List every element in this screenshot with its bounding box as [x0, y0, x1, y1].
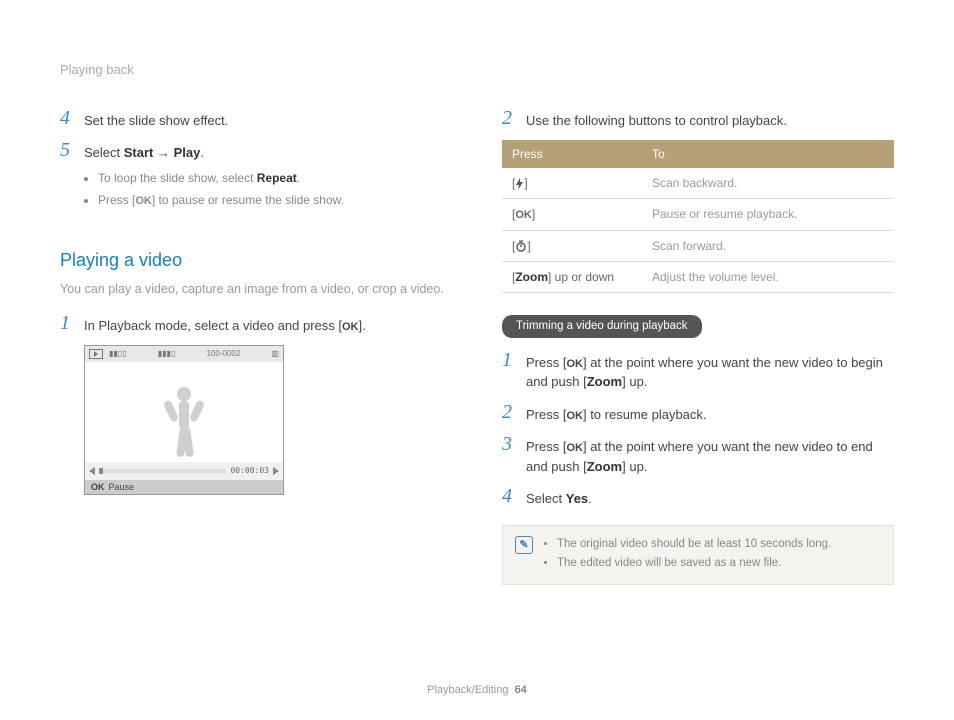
page-footer: Playback/Editing 64 [0, 682, 954, 699]
controls-table: Press To [] Scan backward. [OK] Pause or… [502, 140, 894, 293]
bolt-icon [515, 178, 524, 190]
cell-to: Scan backward. [642, 168, 894, 199]
step-text: Press [OK] to resume playback. [526, 402, 894, 425]
step-text: Press [OK] at the point where you want t… [526, 434, 894, 476]
left-column: 4 Set the slide show effect. 5 Select St… [60, 108, 452, 586]
cell-to: Adjust the volume level. [642, 261, 894, 292]
step-number: 1 [502, 350, 516, 392]
ok-icon: OK [342, 319, 359, 336]
table-header-row: Press To [502, 140, 894, 168]
timer-icon [515, 240, 527, 252]
progress-track [99, 469, 226, 473]
prev-icon [89, 467, 95, 475]
person-figure-icon [159, 384, 209, 462]
trim-step-2: 2 Press [OK] to resume playback. [502, 402, 894, 425]
next-icon [273, 467, 279, 475]
note-icon: ✎ [515, 536, 533, 554]
note-box: ✎ The original video should be at least … [502, 525, 894, 586]
signal-icon: ▮▮▮▯ [158, 348, 176, 360]
th-to: To [642, 140, 894, 168]
cell-to: Scan forward. [642, 230, 894, 261]
ok-icon: OK [515, 207, 532, 224]
cell-press: [] [502, 168, 642, 199]
note-item: The edited video will be saved as a new … [557, 555, 831, 572]
video-step-1: 1 In Playback mode, select a video and p… [60, 313, 452, 336]
step-number: 3 [502, 434, 516, 476]
video-screenshot: ▮▮▯▯ ▮▮▮▯ 100-0002 ▥ [84, 345, 284, 495]
step-body: Select Start → Play. To loop the slide s… [84, 140, 452, 213]
table-row: [OK] Pause or resume playback. [502, 199, 894, 231]
bullet-repeat: To loop the slide show, select Repeat. [98, 169, 452, 187]
screenshot-time: 00:00:03 [230, 465, 269, 477]
screenshot-topbar: ▮▮▯▯ ▮▮▮▯ 100-0002 ▥ [85, 346, 283, 362]
step-5: 5 Select Start → Play. To loop the slide… [60, 140, 452, 213]
cell-to: Pause or resume playback. [642, 199, 894, 231]
trim-step-3: 3 Press [OK] at the point where you want… [502, 434, 894, 476]
battery-icon: ▥ [271, 348, 279, 360]
step-number: 2 [502, 402, 516, 425]
note-item: The original video should be at least 10… [557, 536, 831, 553]
page-number: 64 [515, 684, 527, 696]
file-code: 100-0002 [206, 348, 240, 360]
right-step-2: 2 Use the following buttons to control p… [502, 108, 894, 131]
step-number: 4 [60, 108, 74, 131]
step-number: 1 [60, 313, 74, 336]
step-text: Select Yes. [526, 486, 894, 509]
note-list: The original video should be at least 10… [543, 536, 831, 575]
step-text: Select Start → Play. [84, 145, 204, 160]
step-text: Set the slide show effect. [84, 108, 452, 131]
th-press: Press [502, 140, 642, 168]
screenshot-progress: 00:00:03 [85, 462, 283, 480]
table-row: [Zoom] up or down Adjust the volume leve… [502, 261, 894, 292]
ok-icon: OK [91, 481, 105, 495]
step-text: Use the following buttons to control pla… [526, 108, 894, 131]
screenshot-footer: OK Pause [85, 480, 283, 494]
step-number: 2 [502, 108, 516, 131]
trim-step-4: 4 Select Yes. [502, 486, 894, 509]
cell-press: [Zoom] up or down [502, 261, 642, 292]
bullet-ok: Press [OK] to pause or resume the slide … [98, 191, 452, 210]
play-mode-icon [89, 349, 103, 359]
section-subtitle: You can play a video, capture an image f… [60, 280, 452, 299]
footer-label: Pause [109, 481, 135, 495]
step-text: Press [OK] at the point where you want t… [526, 350, 894, 392]
section-title: Playing a video [60, 247, 452, 274]
page-header: Playing back [60, 60, 894, 80]
sub-bullets: To loop the slide show, select Repeat. P… [84, 169, 452, 210]
table-row: [] Scan forward. [502, 230, 894, 261]
step-text: In Playback mode, select a video and pre… [84, 313, 452, 336]
ok-icon: OK [566, 356, 583, 373]
content-columns: 4 Set the slide show effect. 5 Select St… [60, 108, 894, 586]
cell-press: [] [502, 230, 642, 261]
step-number: 4 [502, 486, 516, 509]
screenshot-frame [85, 362, 283, 462]
ok-icon: OK [566, 408, 583, 425]
subsection-pill: Trimming a video during playback [502, 315, 702, 338]
right-column: 2 Use the following buttons to control p… [502, 108, 894, 586]
step-number: 5 [60, 140, 74, 213]
ok-icon: OK [135, 193, 152, 210]
table-row: [] Scan backward. [502, 168, 894, 199]
step-4: 4 Set the slide show effect. [60, 108, 452, 131]
signal-icon: ▮▮▯▯ [109, 348, 127, 360]
footer-section: Playback/Editing [427, 684, 508, 696]
cell-press: [OK] [502, 199, 642, 231]
ok-icon: OK [566, 440, 583, 457]
trim-step-1: 1 Press [OK] at the point where you want… [502, 350, 894, 392]
breadcrumb: Playing back [60, 62, 134, 77]
